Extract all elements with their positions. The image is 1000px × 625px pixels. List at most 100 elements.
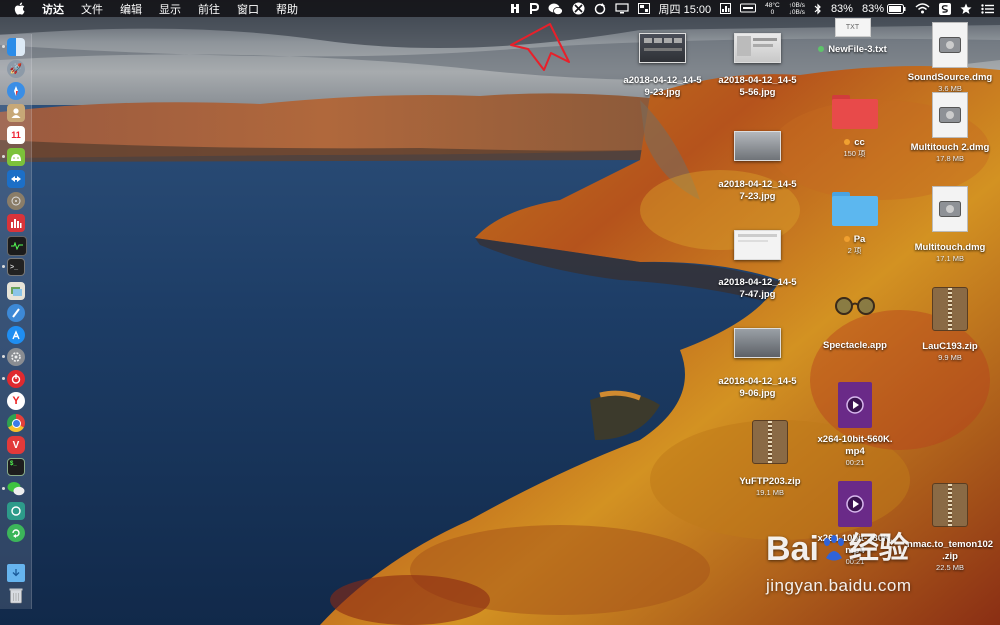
temperature-readout[interactable]: 48°C 0 (765, 0, 780, 17)
s-app-icon[interactable] (939, 0, 951, 17)
app-spectacle[interactable]: Spectacle.app (805, 288, 905, 352)
clock-text[interactable]: 周四 15:00 (659, 0, 712, 17)
file-x264-10bit-560k-mp4[interactable]: x264-10bit-560K. mp4 00:21 (805, 382, 905, 468)
wifi-icon[interactable] (915, 0, 930, 17)
wechat-icon[interactable] (7, 480, 25, 498)
calendar-icon[interactable]: 11 (7, 126, 25, 144)
menu-bar: 访达 文件 编辑 显示 前往 窗口 帮助 周四 15:00 48°C 0 ↑0B/… (0, 0, 1000, 17)
dock: 🚀 11 >_ Y V $_ (0, 34, 32, 609)
red-folder-icon (831, 95, 878, 129)
bluetooth-icon[interactable] (814, 0, 822, 17)
icon-label: a2018-04-12_14-5 7-23.jpg (718, 179, 797, 202)
file-a2018-04-12-14-59-23-jpg[interactable]: a2018-04-12_14-5 9-23.jpg (615, 33, 710, 99)
activity-monitor-icon[interactable] (7, 236, 27, 256)
file-newfile-3-txt[interactable]: TXT NewFile-3.txt (805, 18, 900, 56)
keyboard-icon[interactable] (740, 0, 757, 17)
star-icon[interactable] (960, 0, 972, 17)
crossover-icon[interactable] (572, 0, 585, 17)
icon-label: cc (854, 137, 865, 148)
menu-help[interactable]: 帮助 (276, 1, 298, 17)
menu-file[interactable]: 文件 (81, 1, 103, 17)
battery-icon[interactable] (887, 0, 906, 17)
watermark-brand-right: 经验 (848, 532, 909, 565)
netease-music-icon[interactable] (7, 370, 25, 388)
teamviewer-icon[interactable] (7, 170, 25, 188)
watermark-brand-left: Bai (766, 530, 819, 568)
network-speed-readout[interactable]: ↑0B/s ↓0B/s (789, 0, 805, 17)
file-a2018-04-12-14-55-56-jpg[interactable]: a2018-04-12_14-5 5-56.jpg (710, 33, 805, 99)
reload-icon[interactable] (7, 524, 25, 542)
xcode-icon[interactable] (7, 304, 25, 322)
icon-label: a2018-04-12_14-5 9-06.jpg (718, 376, 797, 399)
file-multitouch-dmg[interactable]: Multitouch.dmg 17.1 MB (900, 186, 1000, 264)
dmg-file-icon (932, 186, 968, 232)
running-indicator (2, 377, 5, 380)
file-lauc193-zip[interactable]: LauC193.zip 9.9 MB (900, 287, 1000, 363)
running-indicator (2, 265, 5, 268)
folder-pa[interactable]: Pa 2 项 (812, 192, 897, 256)
file-a2018-04-12-14-57-23-jpg[interactable]: a2018-04-12_14-5 7-23.jpg (710, 131, 805, 203)
finder-icon[interactable] (7, 38, 25, 56)
istat-icon[interactable] (7, 214, 25, 232)
txt-file-icon: TXT (834, 18, 871, 37)
icon-size: 150 项 (843, 149, 866, 158)
dmg-file-icon (932, 92, 968, 138)
orange-tag-dot (843, 236, 850, 243)
menu-go[interactable]: 前往 (198, 1, 220, 17)
trash-icon[interactable] (7, 586, 25, 604)
blue-folder-icon (831, 192, 878, 226)
sync-tray-icon[interactable] (594, 0, 606, 17)
file-a2018-04-12-14-59-06-jpg[interactable]: a2018-04-12_14-5 9-06.jpg (710, 328, 805, 400)
parallels-icon[interactable] (529, 0, 539, 17)
yandex-icon[interactable]: Y (7, 392, 25, 410)
iterm-icon[interactable]: $_ (7, 458, 25, 476)
battery-percent-1[interactable]: 83% (831, 0, 853, 17)
sync-icon[interactable] (7, 502, 25, 520)
file-soundsource-dmg[interactable]: SoundSource.dmg 3.6 MB (900, 22, 1000, 94)
preview-icon[interactable] (7, 282, 25, 300)
contacts-icon[interactable] (7, 104, 25, 122)
folder-cc[interactable]: cc 150 项 (812, 95, 897, 159)
menu-edit[interactable]: 编辑 (120, 1, 142, 17)
icon-label: Multitouch 2.dmg (910, 142, 990, 153)
system-preferences-icon[interactable] (7, 348, 25, 366)
paw-logo-icon (821, 534, 847, 564)
safari-icon[interactable] (7, 82, 25, 100)
running-indicator (2, 45, 5, 48)
vivaldi-icon[interactable]: V (7, 436, 25, 454)
icon-label: LauC193.zip (922, 341, 978, 352)
android-studio-icon[interactable] (7, 148, 25, 166)
battery-percent-2[interactable]: 83% (862, 0, 884, 17)
file-a2018-04-12-14-57-47-jpg[interactable]: a2018-04-12_14-5 7-47.jpg (710, 230, 805, 301)
launchpad-icon[interactable]: 🚀 (7, 60, 25, 78)
zip-archive-icon (752, 420, 788, 464)
icon-size: 17.8 MB (936, 154, 964, 163)
apple-menu-icon[interactable] (14, 2, 28, 16)
downloads-folder-icon[interactable] (7, 564, 25, 582)
wechat-tray-icon[interactable] (548, 0, 563, 17)
icon-label: a2018-04-12_14-5 7-47.jpg (718, 277, 797, 300)
disk-utility-icon[interactable] (7, 192, 25, 210)
display-icon[interactable] (614, 0, 629, 17)
image-thumbnail (734, 33, 781, 63)
chrome-icon[interactable] (7, 414, 25, 432)
menu-finder[interactable]: 访达 (42, 1, 64, 17)
icon-label: SoundSource.dmg (907, 72, 993, 83)
video-file-icon (838, 382, 872, 428)
zip-archive-icon (932, 483, 968, 527)
menu-view[interactable]: 显示 (159, 1, 181, 17)
terminal-icon[interactable]: >_ (7, 258, 25, 276)
image-thumbnail (734, 230, 781, 260)
green-tag-dot (818, 46, 825, 53)
cpu-icon[interactable] (720, 0, 732, 17)
file-multitouch-2-dmg[interactable]: Multitouch 2.dmg 17.8 MB (900, 92, 1000, 164)
bartender-icon[interactable] (510, 0, 520, 17)
glasses-icon (832, 288, 878, 322)
desktop[interactable]: 访达 文件 编辑 显示 前往 窗口 帮助 周四 15:00 48°C 0 ↑0B/… (0, 0, 1000, 625)
mission-control-icon[interactable] (637, 0, 650, 17)
menu-window[interactable]: 窗口 (237, 1, 259, 17)
icon-size: 2 项 (847, 246, 862, 255)
app-store-icon[interactable] (7, 326, 25, 344)
notification-center-icon[interactable] (981, 0, 994, 17)
icon-label: Spectacle.app (823, 340, 887, 351)
